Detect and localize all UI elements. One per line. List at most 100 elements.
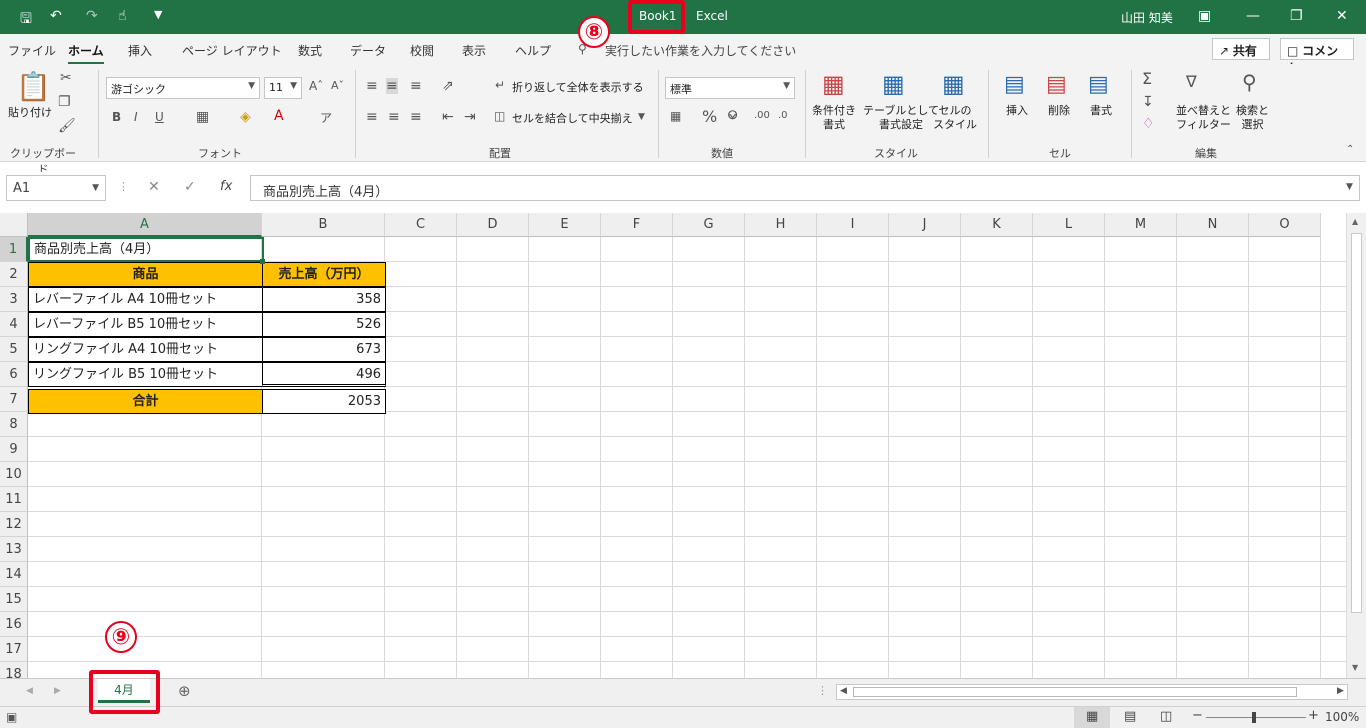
column-header[interactable]: A: [28, 213, 262, 237]
comment-button[interactable]: □ コメント: [1280, 38, 1354, 75]
paste-icon[interactable]: 📋: [16, 70, 51, 103]
undo-icon[interactable]: ↶: [50, 8, 62, 24]
sort-filter-icon[interactable]: ∇: [1186, 72, 1197, 91]
user-name[interactable]: 山田 知美: [1121, 9, 1173, 26]
row-header[interactable]: 8: [0, 412, 28, 437]
tab-insert[interactable]: 挿入: [128, 42, 152, 59]
cut-icon[interactable]: ✂: [60, 70, 72, 86]
clear-icon[interactable]: ♢: [1142, 116, 1155, 132]
align-middle-icon[interactable]: ≡: [386, 78, 398, 94]
row-header[interactable]: 4: [0, 312, 28, 337]
format-as-table-icon[interactable]: ▦: [882, 70, 905, 98]
comma-style-icon[interactable]: ⎉: [727, 107, 738, 123]
collapse-ribbon-icon[interactable]: ⌃: [1346, 144, 1354, 155]
vertical-scroll-thumb[interactable]: [1351, 233, 1362, 613]
zoom-slider[interactable]: [1206, 717, 1306, 718]
column-header[interactable]: G: [673, 213, 745, 237]
autosum-icon[interactable]: Σ: [1142, 69, 1152, 88]
find-search-icon[interactable]: ⚲: [1242, 70, 1257, 94]
row-header[interactable]: 16: [0, 612, 28, 637]
column-header[interactable]: N: [1177, 213, 1249, 237]
save-icon[interactable]: 🖫: [20, 8, 32, 32]
formula-input[interactable]: 商品別売上高（4月）: [250, 175, 1360, 201]
cell-b3[interactable]: 358: [262, 287, 386, 312]
column-header[interactable]: B: [262, 213, 385, 237]
italic-icon[interactable]: I: [134, 110, 138, 124]
zoom-level[interactable]: 100%: [1325, 710, 1359, 724]
column-header[interactable]: I: [817, 213, 889, 237]
horizontal-scroll-thumb[interactable]: [853, 687, 1297, 697]
cell-b7[interactable]: 2053: [262, 389, 386, 414]
tab-page-layout[interactable]: ページ レイアウト: [182, 42, 282, 59]
column-header[interactable]: C: [385, 213, 457, 237]
column-header[interactable]: J: [889, 213, 961, 237]
decrease-font-icon[interactable]: Aˇ: [331, 79, 344, 92]
align-bottom-icon[interactable]: ≡: [410, 78, 422, 94]
column-header[interactable]: O: [1249, 213, 1321, 237]
column-header[interactable]: D: [457, 213, 529, 237]
insert-function-icon[interactable]: fx: [220, 179, 232, 194]
next-sheet-icon[interactable]: ▶: [54, 686, 61, 696]
tell-me-input[interactable]: 実行したい作業を入力してください: [605, 42, 796, 59]
row-header[interactable]: 1: [0, 237, 28, 262]
restore-icon[interactable]: ❐: [1290, 8, 1303, 24]
borders-icon[interactable]: ▦: [196, 109, 209, 125]
cell-a2[interactable]: 商品: [28, 262, 263, 287]
increase-indent-icon[interactable]: ⇥: [464, 109, 476, 125]
row-header[interactable]: 6: [0, 362, 28, 387]
customize-qat-icon[interactable]: ▼: [154, 8, 162, 21]
close-icon[interactable]: ✕: [1336, 8, 1348, 24]
select-all-button[interactable]: [0, 213, 28, 237]
align-right-icon[interactable]: ≡: [410, 109, 422, 125]
align-top-icon[interactable]: ≡: [366, 78, 378, 94]
share-button[interactable]: ↗ 共有: [1212, 38, 1270, 60]
column-header[interactable]: K: [961, 213, 1033, 237]
copy-icon[interactable]: ❐: [58, 94, 71, 110]
scroll-down-icon[interactable]: ▼: [1352, 663, 1358, 672]
cell-a1[interactable]: 商品別売上高（4月）: [28, 237, 264, 262]
touch-mode-icon[interactable]: ☝: [118, 8, 127, 24]
format-as-table-button[interactable]: テーブルとして 書式設定: [863, 104, 939, 132]
row-header[interactable]: 3: [0, 287, 28, 312]
row-header[interactable]: 17: [0, 637, 28, 662]
tab-data[interactable]: データ: [350, 42, 386, 59]
tab-help[interactable]: ヘルプ: [515, 42, 551, 59]
minimize-icon[interactable]: —: [1246, 8, 1260, 24]
cell-styles-icon[interactable]: ▦: [942, 70, 965, 98]
column-header[interactable]: F: [601, 213, 673, 237]
name-box[interactable]: A1 ▼: [6, 175, 106, 201]
prev-sheet-icon[interactable]: ◀: [26, 686, 33, 696]
conditional-format-icon[interactable]: ▦: [822, 70, 845, 98]
increase-decimal-icon[interactable]: .00: [754, 110, 770, 121]
new-sheet-icon[interactable]: ⊕: [178, 682, 191, 700]
find-select-button[interactable]: 検索と 選択: [1236, 104, 1269, 132]
bold-icon[interactable]: B: [112, 110, 121, 124]
orientation-icon[interactable]: ⇗: [442, 78, 454, 94]
column-header[interactable]: M: [1105, 213, 1177, 237]
column-header[interactable]: L: [1033, 213, 1105, 237]
delete-cells-button[interactable]: 削除: [1048, 104, 1070, 118]
format-cells-button[interactable]: 書式: [1090, 104, 1112, 118]
underline-icon[interactable]: U: [155, 110, 164, 124]
fill-handle[interactable]: [260, 259, 265, 264]
page-break-view-icon[interactable]: ◫: [1160, 709, 1172, 724]
cancel-icon[interactable]: ✕: [148, 179, 160, 195]
row-header[interactable]: 11: [0, 487, 28, 512]
merge-center-button[interactable]: セルを結合して中央揃え: [512, 112, 633, 126]
paste-button[interactable]: 貼り付け: [8, 106, 52, 120]
column-header[interactable]: H: [745, 213, 817, 237]
zoom-in-icon[interactable]: +: [1308, 708, 1319, 723]
sort-filter-button[interactable]: 並べ替えと フィルター: [1176, 104, 1231, 132]
chevron-down-icon[interactable]: ▼: [638, 112, 645, 122]
cell-b2[interactable]: 売上高（万円）: [262, 262, 386, 287]
font-color-icon[interactable]: A: [274, 108, 284, 124]
row-header[interactable]: 10: [0, 462, 28, 487]
number-format-select[interactable]: 標準 ▼: [665, 77, 795, 99]
expand-formula-icon[interactable]: ▼: [1346, 182, 1353, 192]
merge-center-icon[interactable]: ◫: [494, 109, 505, 123]
wrap-text-icon[interactable]: ↵: [495, 78, 505, 92]
row-header[interactable]: 9: [0, 437, 28, 462]
scroll-right-icon[interactable]: ▶: [1337, 686, 1344, 696]
row-header[interactable]: 12: [0, 512, 28, 537]
cell-a5[interactable]: リングファイル A4 10冊セット: [28, 337, 263, 362]
